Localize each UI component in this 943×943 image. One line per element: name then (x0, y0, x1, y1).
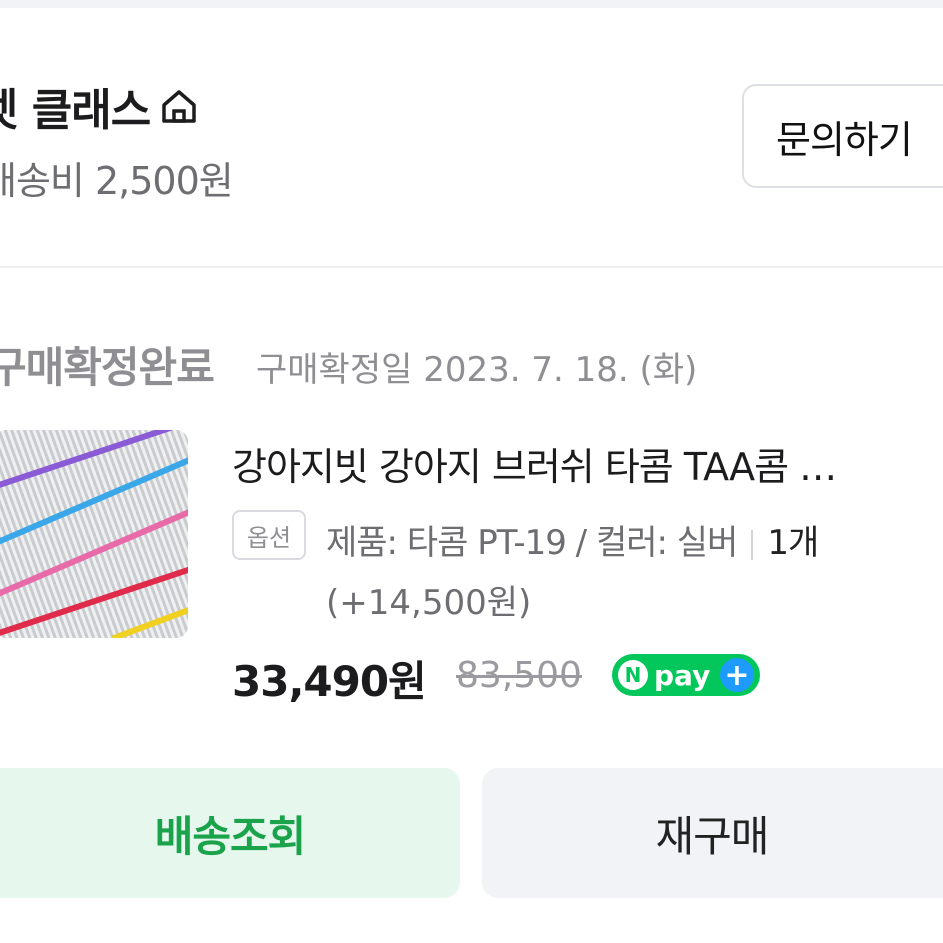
order-status: 구매확정완료 (0, 343, 215, 392)
quantity: 1개 (767, 523, 819, 563)
option-description: 제품: 타콤 PT-19 / 컬러: 실버 (326, 523, 738, 563)
purchase-confirm-date: 구매확정일 2023. 7. 18. (화) (256, 350, 698, 390)
store-name[interactable]: 렛 클래스 (0, 74, 200, 138)
inquiry-button[interactable]: 문의하기 (742, 84, 943, 188)
sale-price: 33,490원 (232, 657, 427, 706)
npay-plus-badge: N pay + (612, 654, 760, 696)
option-details: 제품: 타콤 PT-19 / 컬러: 실버 1개 (326, 515, 819, 564)
top-strip (0, 0, 943, 8)
shipping-fee: 배송비 2,500원 (0, 159, 234, 203)
npay-n-icon: N (618, 660, 648, 690)
product-name[interactable]: 강아지빗 강아지 브러쉬 타콤 TAA콤 … (232, 436, 943, 491)
section-divider (0, 266, 943, 268)
store-name-label: 렛 클래스 (0, 85, 151, 136)
track-delivery-label: 배송조회 (154, 811, 307, 861)
original-price: 83,500 (456, 655, 582, 696)
npay-label: pay (654, 658, 711, 692)
product-image (0, 430, 188, 638)
option-price: (+14,500원) (326, 583, 532, 623)
track-delivery-button[interactable]: 배송조회 (0, 768, 460, 898)
product-thumbnail[interactable] (0, 430, 188, 638)
home-icon (162, 90, 196, 123)
rebuy-button[interactable]: 재구매 (482, 768, 943, 898)
option-badge: 옵션 (232, 510, 306, 560)
plus-icon: + (720, 658, 754, 693)
option-separator (751, 529, 754, 560)
rebuy-label: 재구매 (655, 811, 770, 861)
